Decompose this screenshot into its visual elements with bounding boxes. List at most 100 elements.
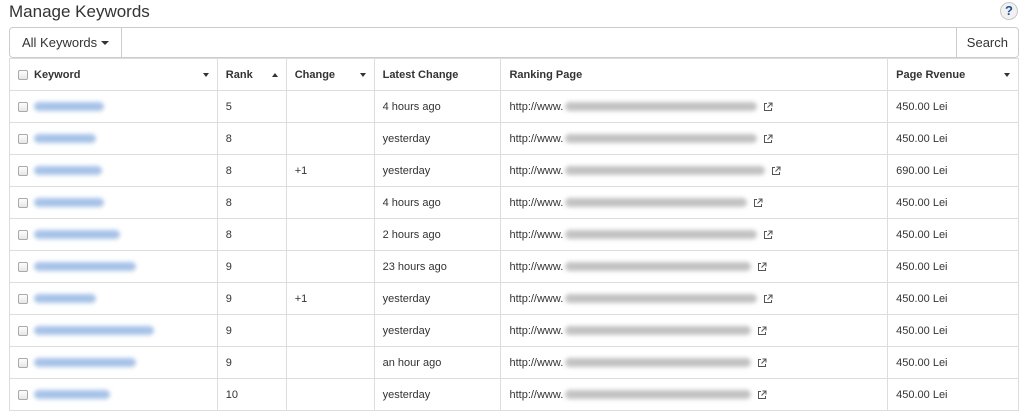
keyword-cell	[9, 314, 218, 347]
keywords-table: Keyword Rank Change Latest Change Rankin…	[9, 58, 1019, 411]
column-header-latest-change[interactable]: Latest Change	[373, 58, 502, 91]
ranking-page-url-redacted[interactable]	[565, 134, 758, 144]
search-button[interactable]: Search	[955, 27, 1019, 58]
change-cell	[285, 250, 375, 283]
keyword-link[interactable]	[34, 358, 136, 368]
external-link-icon[interactable]	[763, 102, 773, 112]
sort-desc-icon	[359, 73, 366, 77]
row-checkbox[interactable]	[18, 325, 28, 336]
ranking-page-cell: http://www.	[500, 378, 889, 411]
keyword-cell	[9, 378, 218, 411]
keyword-link[interactable]	[34, 166, 102, 176]
ranking-page-url-redacted[interactable]	[565, 294, 758, 304]
keyword-link[interactable]	[34, 102, 104, 112]
page-title: Manage Keywords	[9, 2, 150, 21]
column-header-rank[interactable]: Rank	[216, 58, 287, 91]
table-header-row: Keyword Rank Change Latest Change Rankin…	[9, 58, 1019, 91]
table-row[interactable]: 9 23 hours ago http://www. 450.00 Lei	[9, 250, 1019, 283]
keyword-link[interactable]	[34, 294, 96, 304]
ranking-page-cell: http://www.	[500, 218, 889, 251]
table-row[interactable]: 8 +1 yesterday http://www. 690.00 Lei	[9, 154, 1019, 187]
rank-cell: 9	[216, 282, 287, 315]
table-row[interactable]: 9 +1 yesterday http://www. 450.00 Lei	[9, 282, 1019, 315]
ranking-page-url-redacted[interactable]	[565, 326, 752, 336]
ranking-page-cell: http://www.	[500, 346, 889, 379]
help-icon[interactable]: ?	[1000, 2, 1018, 20]
external-link-icon[interactable]	[763, 134, 773, 144]
ranking-page-url[interactable]: http://www.	[509, 261, 563, 273]
latest-change-cell: 23 hours ago	[373, 250, 502, 283]
search-input[interactable]	[122, 27, 956, 58]
row-checkbox[interactable]	[18, 133, 28, 144]
change-cell	[285, 346, 375, 379]
latest-change-cell: 4 hours ago	[373, 90, 502, 123]
column-header-page-revenue[interactable]: Page Rvenue	[887, 58, 1019, 91]
keyword-filter-dropdown[interactable]: All Keywords	[9, 27, 123, 58]
ranking-page-url[interactable]: http://www.	[509, 197, 563, 209]
keyword-link[interactable]	[34, 390, 110, 400]
caret-down-icon	[101, 40, 110, 45]
row-checkbox[interactable]	[18, 101, 28, 112]
row-checkbox[interactable]	[18, 165, 28, 176]
latest-change-cell: yesterday	[373, 314, 502, 347]
ranking-page-url-redacted[interactable]	[565, 198, 748, 208]
rank-cell: 5	[216, 90, 287, 123]
column-header-change[interactable]: Change	[285, 58, 375, 91]
ranking-page-cell: http://www.	[500, 186, 889, 219]
ranking-page-url[interactable]: http://www.	[509, 101, 563, 113]
ranking-page-url-redacted[interactable]	[565, 102, 758, 112]
table-row[interactable]: 9 an hour ago http://www. 450.00 Lei	[9, 346, 1019, 379]
external-link-icon[interactable]	[757, 262, 767, 272]
rank-cell: 9	[216, 346, 287, 379]
column-header-ranking-page[interactable]: Ranking Page	[500, 58, 889, 91]
table-row[interactable]: 9 yesterday http://www. 450.00 Lei	[9, 314, 1019, 347]
row-checkbox[interactable]	[18, 261, 28, 272]
table-row[interactable]: 5 4 hours ago http://www. 450.00 Lei	[9, 90, 1019, 123]
table-row[interactable]: 8 4 hours ago http://www. 450.00 Lei	[9, 186, 1019, 219]
ranking-page-url-redacted[interactable]	[565, 262, 752, 272]
table-row[interactable]: 10 yesterday http://www. 450.00 Lei	[9, 378, 1019, 411]
external-link-icon[interactable]	[757, 326, 767, 336]
row-checkbox[interactable]	[18, 357, 28, 368]
keyword-link[interactable]	[34, 326, 154, 336]
ranking-page-url[interactable]: http://www.	[509, 293, 563, 305]
external-link-icon[interactable]	[763, 230, 773, 240]
page-revenue-cell: 450.00 Lei	[887, 378, 1019, 411]
ranking-page-url[interactable]: http://www.	[509, 325, 563, 337]
row-checkbox[interactable]	[18, 389, 28, 400]
keyword-link[interactable]	[34, 262, 136, 272]
external-link-icon[interactable]	[757, 390, 767, 400]
table-row[interactable]: 8 2 hours ago http://www. 450.00 Lei	[9, 218, 1019, 251]
ranking-page-url[interactable]: http://www.	[509, 133, 563, 145]
ranking-page-url-redacted[interactable]	[565, 390, 752, 400]
sort-desc-icon	[202, 73, 209, 77]
ranking-page-url[interactable]: http://www.	[509, 389, 563, 401]
keyword-link[interactable]	[34, 134, 96, 144]
keyword-link[interactable]	[34, 198, 104, 208]
external-link-icon[interactable]	[757, 358, 767, 368]
latest-change-cell: an hour ago	[373, 346, 502, 379]
ranking-page-url[interactable]: http://www.	[509, 357, 563, 369]
table-row[interactable]: 8 yesterday http://www. 450.00 Lei	[9, 122, 1019, 155]
ranking-page-url-redacted[interactable]	[565, 166, 766, 176]
external-link-icon[interactable]	[771, 166, 781, 176]
rank-cell: 8	[216, 122, 287, 155]
row-checkbox[interactable]	[18, 197, 28, 208]
change-cell	[285, 90, 375, 123]
ranking-page-cell: http://www.	[500, 154, 889, 187]
row-checkbox[interactable]	[18, 229, 28, 240]
row-checkbox[interactable]	[18, 293, 28, 304]
change-cell	[285, 218, 375, 251]
ranking-page-url-redacted[interactable]	[565, 358, 752, 368]
keyword-link[interactable]	[34, 230, 120, 240]
rank-cell: 8	[216, 186, 287, 219]
keyword-cell	[9, 218, 218, 251]
change-cell	[285, 122, 375, 155]
ranking-page-url-redacted[interactable]	[565, 230, 758, 240]
column-header-keyword[interactable]: Keyword	[9, 58, 218, 91]
ranking-page-url[interactable]: http://www.	[509, 229, 563, 241]
ranking-page-url[interactable]: http://www.	[509, 165, 563, 177]
external-link-icon[interactable]	[753, 198, 763, 208]
select-all-checkbox[interactable]	[18, 69, 28, 80]
external-link-icon[interactable]	[763, 294, 773, 304]
